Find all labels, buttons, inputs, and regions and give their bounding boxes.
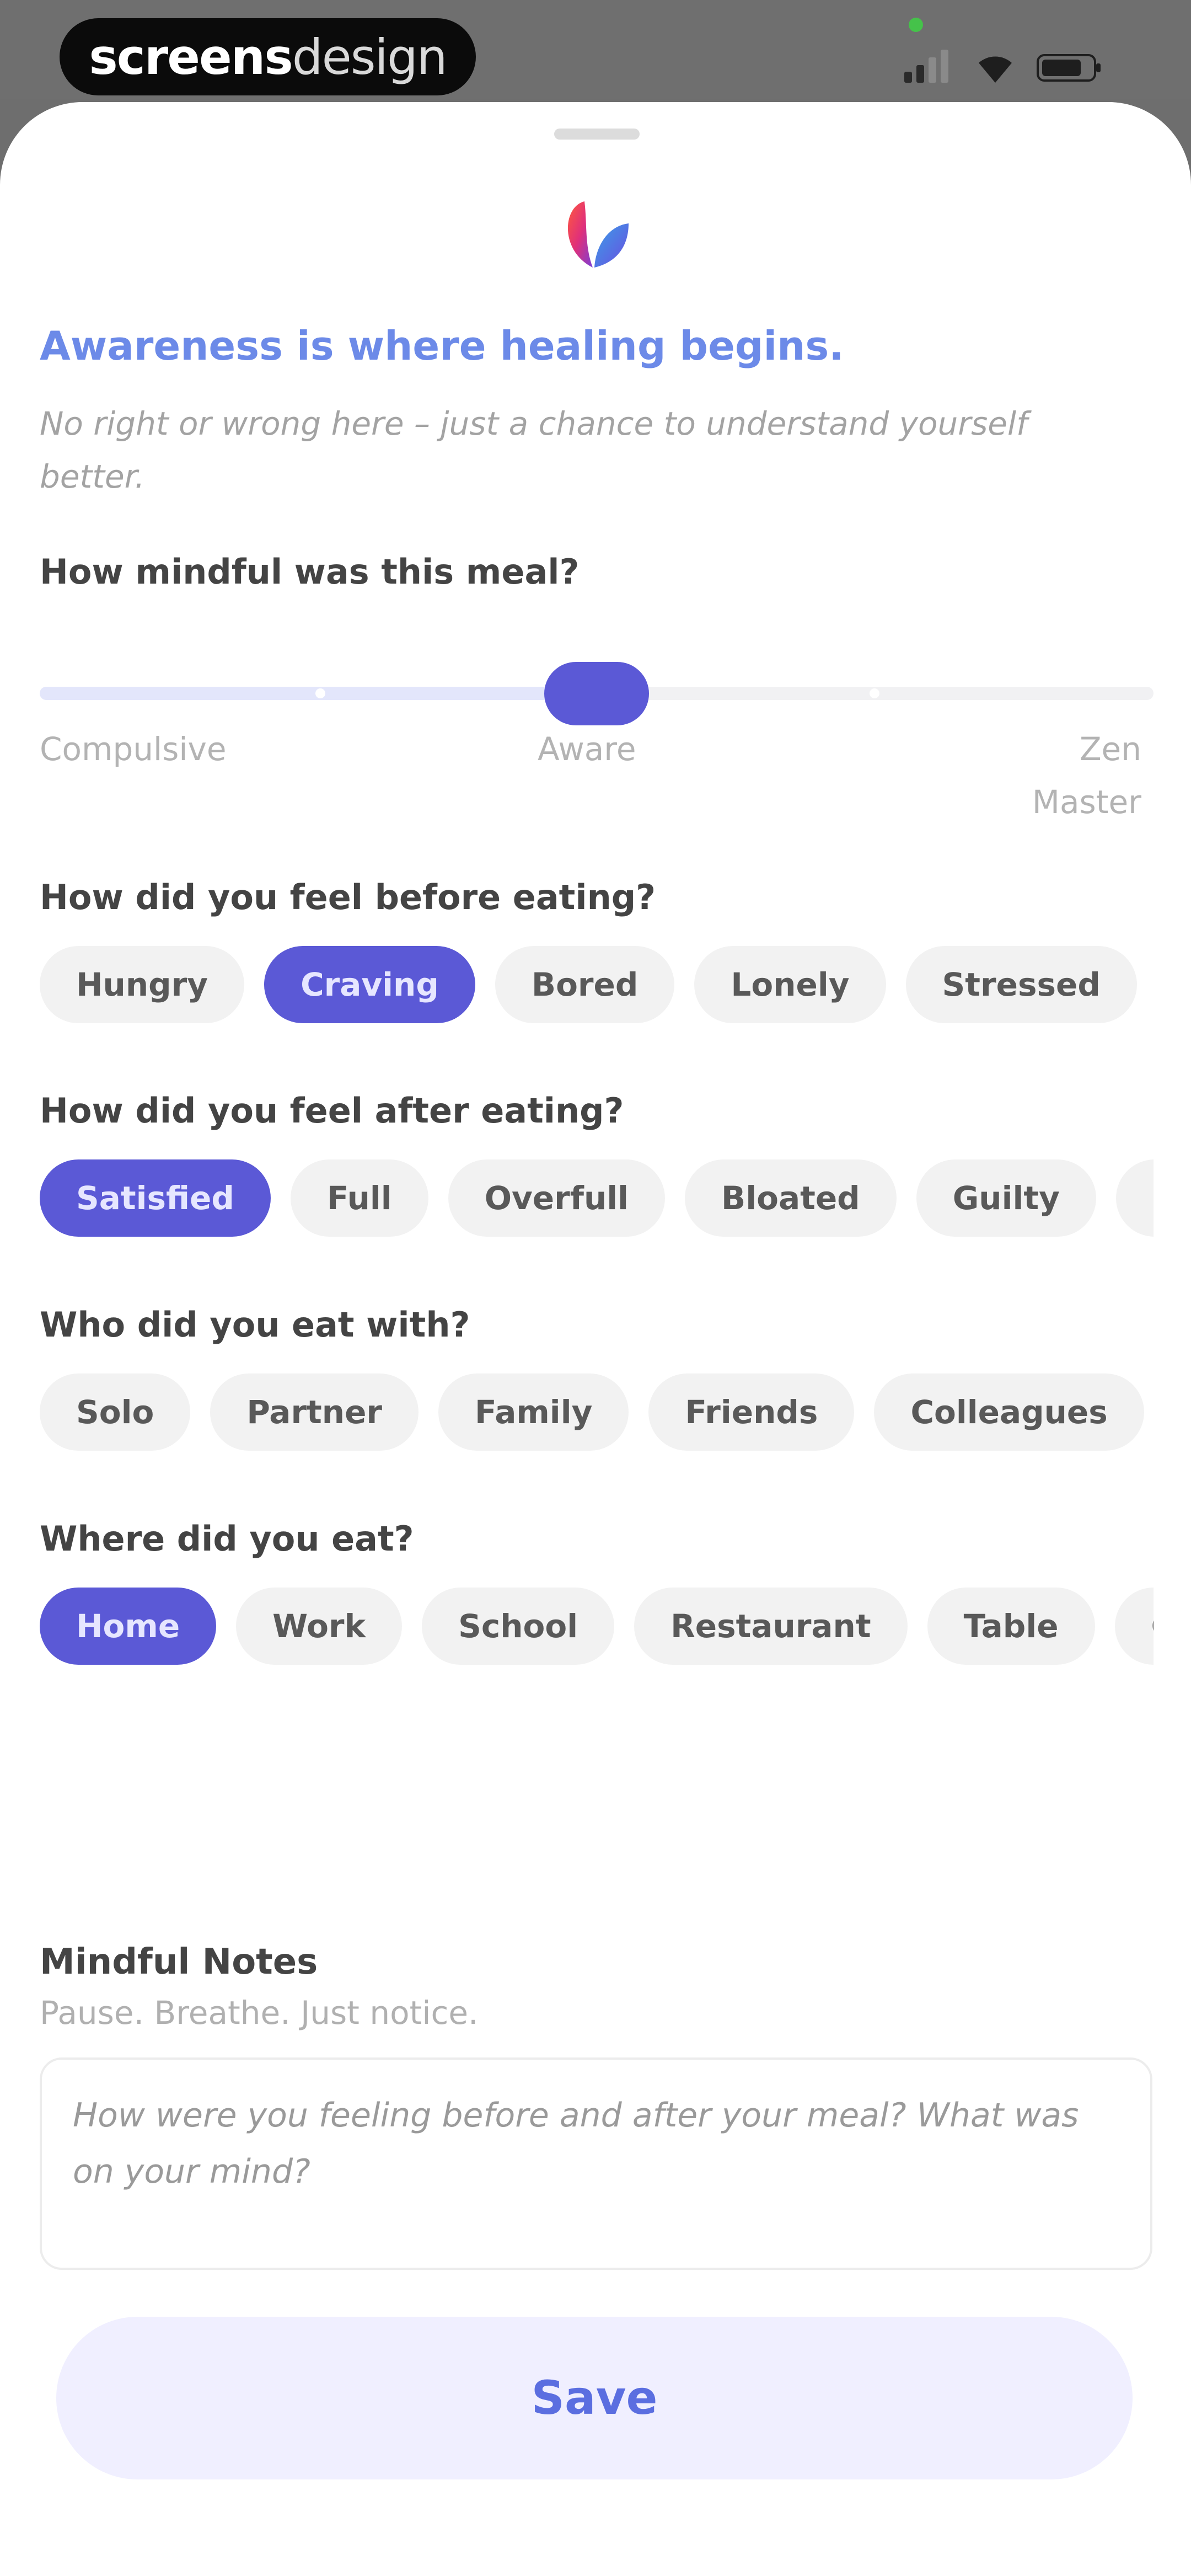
- mindfulness-question: How mindful was this meal?: [40, 552, 580, 592]
- sheet-grabber[interactable]: [554, 129, 640, 140]
- place-question: Where did you eat?: [40, 1519, 414, 1559]
- company-chip[interactable]: Solo: [40, 1373, 191, 1451]
- before-chip[interactable]: Craving: [264, 946, 475, 1023]
- company-chip[interactable]: Family: [438, 1373, 629, 1451]
- before-chip[interactable]: Stressed: [905, 946, 1137, 1023]
- slider-label-high: Zen Master: [1032, 730, 1141, 821]
- page-subtitle: No right or wrong here – just a chance t…: [40, 405, 1028, 495]
- before-chip[interactable]: Hungry: [40, 946, 245, 1023]
- notes-input[interactable]: [73, 2087, 1115, 2247]
- slider-tick: [870, 688, 879, 698]
- wifi-icon: [979, 56, 1012, 83]
- battery-icon: [1037, 54, 1101, 82]
- before-chip-row: HungryCravingBoredLonelyStressedA: [40, 946, 1154, 1029]
- after-chip[interactable]: Satisfied: [40, 1159, 271, 1237]
- after-chip[interactable]: Bloated: [685, 1159, 897, 1237]
- brand-name-light: design: [292, 28, 448, 85]
- mindfulness-slider[interactable]: [40, 662, 1154, 725]
- after-chip-row: SatisfiedFull OverfullBloatedGuiltyRe: [40, 1159, 1154, 1242]
- after-question: How did you feel after eating?: [40, 1091, 624, 1131]
- butterfly-logo-icon: [567, 201, 629, 268]
- company-chip[interactable]: Partner: [210, 1373, 419, 1451]
- after-chip[interactable]: Full: [290, 1159, 428, 1237]
- slider-thumb[interactable]: [544, 662, 649, 725]
- place-chip[interactable]: Home: [40, 1588, 217, 1665]
- before-chip[interactable]: Lonely: [694, 946, 886, 1023]
- slider-tick: [315, 688, 325, 698]
- signal-icon: [904, 50, 948, 83]
- place-chip[interactable]: Restaurant: [634, 1588, 908, 1665]
- brand-pill: screens design: [60, 18, 476, 95]
- company-chip[interactable]: Colleagues: [874, 1373, 1144, 1451]
- slider-label-mid: Aware: [538, 730, 636, 768]
- camera-indicator-icon: [909, 18, 923, 32]
- after-chip[interactable]: Re: [1115, 1159, 1154, 1237]
- place-chip[interactable]: Work: [236, 1588, 403, 1665]
- after-chip[interactable]: Guilty: [916, 1159, 1096, 1237]
- notes-title: Mindful Notes: [40, 1942, 318, 1982]
- company-chip-row: Solo Partner Family Friends Colleagues: [40, 1373, 1154, 1456]
- company-chip[interactable]: Friends: [648, 1373, 855, 1451]
- before-question: How did you feel before eating?: [40, 877, 656, 917]
- status-bar: screens design: [0, 0, 1191, 99]
- before-chip[interactable]: Bored: [495, 946, 675, 1023]
- place-chip[interactable]: Ca: [1114, 1588, 1154, 1665]
- company-question: Who did you eat with?: [40, 1305, 470, 1345]
- notes-field: [40, 2057, 1152, 2270]
- place-chip[interactable]: School: [422, 1588, 615, 1665]
- page-headline: Awareness is where healing begins.: [40, 323, 844, 369]
- brand-name-bold: screens: [89, 28, 293, 85]
- place-chip-row: HomeWorkSchoolRestaurantTableCa: [40, 1588, 1154, 1670]
- slider-label-low: Compulsive: [40, 730, 227, 768]
- notes-hint: Pause. Breathe. Just notice.: [40, 1994, 479, 2032]
- after-chip[interactable]: Overfull: [448, 1159, 666, 1237]
- meal-reflection-sheet: Awareness is where healing begins. No ri…: [0, 102, 1191, 2576]
- place-chip[interactable]: Table: [927, 1588, 1095, 1665]
- save-button[interactable]: Save: [56, 2317, 1133, 2479]
